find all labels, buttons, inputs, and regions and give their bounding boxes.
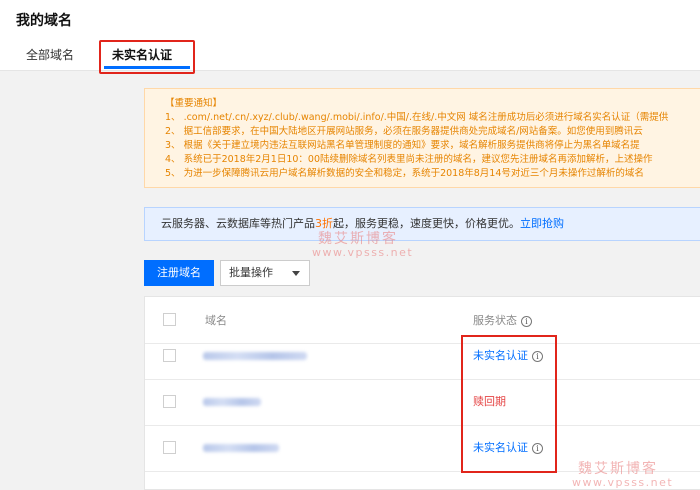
notice-line-4: 4、 系统已于2018年2月1日10：00陆续删除域名列表里尚未注册的域名，建议… — [165, 154, 653, 165]
column-header-domain: 域名 — [205, 314, 227, 327]
column-header-status: 服务状态 i — [473, 312, 532, 328]
notice-line-2: 2、 据工信部要求，在中国大陆地区开展网站服务，必须在服务器提供商处完成域名/网… — [165, 126, 643, 137]
promo-buy-link[interactable]: 立即抢购 — [520, 217, 564, 230]
domain-name-blurred[interactable] — [203, 398, 261, 406]
promo-prefix: 云服务器、云数据库等热门产品 — [161, 217, 315, 230]
watermark-url: www.vpsss.net — [312, 246, 414, 259]
watermark-text: 魏艾斯博客 — [318, 231, 398, 247]
notice-line-1: 1、 .com/.net/.cn/.xyz/.club/.wang/.mobi/… — [165, 112, 669, 123]
domain-name-blurred[interactable] — [203, 352, 307, 360]
column-header-status-label: 服务状态 — [473, 314, 517, 327]
promo-banner: 云服务器、云数据库等热门产品3折起，服务更稳，速度更快，价格更优。立即抢购 — [144, 207, 700, 241]
domain-name-blurred[interactable] — [203, 444, 279, 452]
notice-line-5: 5、 为进一步保障腾讯云用户域名解析数据的安全和稳定，系统于2018年8月14号… — [165, 168, 644, 179]
watermark-url-bottom: www.vpsss.net — [572, 476, 674, 489]
row-checkbox[interactable] — [163, 395, 176, 408]
table-row: 未实名认证 i — [145, 333, 700, 380]
select-all-checkbox[interactable] — [163, 313, 176, 326]
info-circle-icon[interactable]: i — [521, 315, 532, 327]
table-row: 赎回期 — [145, 379, 700, 426]
chevron-down-icon — [292, 271, 300, 276]
watermark-text-bottom: 魏艾斯博客 — [578, 461, 658, 477]
row-checkbox[interactable] — [163, 349, 176, 362]
notice-line-3: 3、 根据《关于建立境内违法互联网站黑名单管理制度的通知》要求，域名解析服务提供… — [165, 140, 640, 151]
tab-highlight-annotation — [99, 40, 195, 74]
batch-operation-label: 批量操作 — [229, 266, 273, 279]
notice-title: 【重要通知】 — [165, 98, 223, 109]
important-notice: 【重要通知】 1、 .com/.net/.cn/.xyz/.club/.wang… — [144, 88, 700, 188]
top-bar: 我的域名 全部域名 未实名认证 — [0, 0, 700, 74]
status-highlight-annotation — [461, 335, 557, 473]
batch-operation-select[interactable]: 批量操作 — [220, 260, 310, 286]
page-title: 我的域名 — [16, 13, 72, 29]
register-domain-button[interactable]: 注册域名 — [144, 260, 214, 286]
tab-all-domains[interactable]: 全部域名 — [26, 46, 74, 63]
row-checkbox[interactable] — [163, 441, 176, 454]
